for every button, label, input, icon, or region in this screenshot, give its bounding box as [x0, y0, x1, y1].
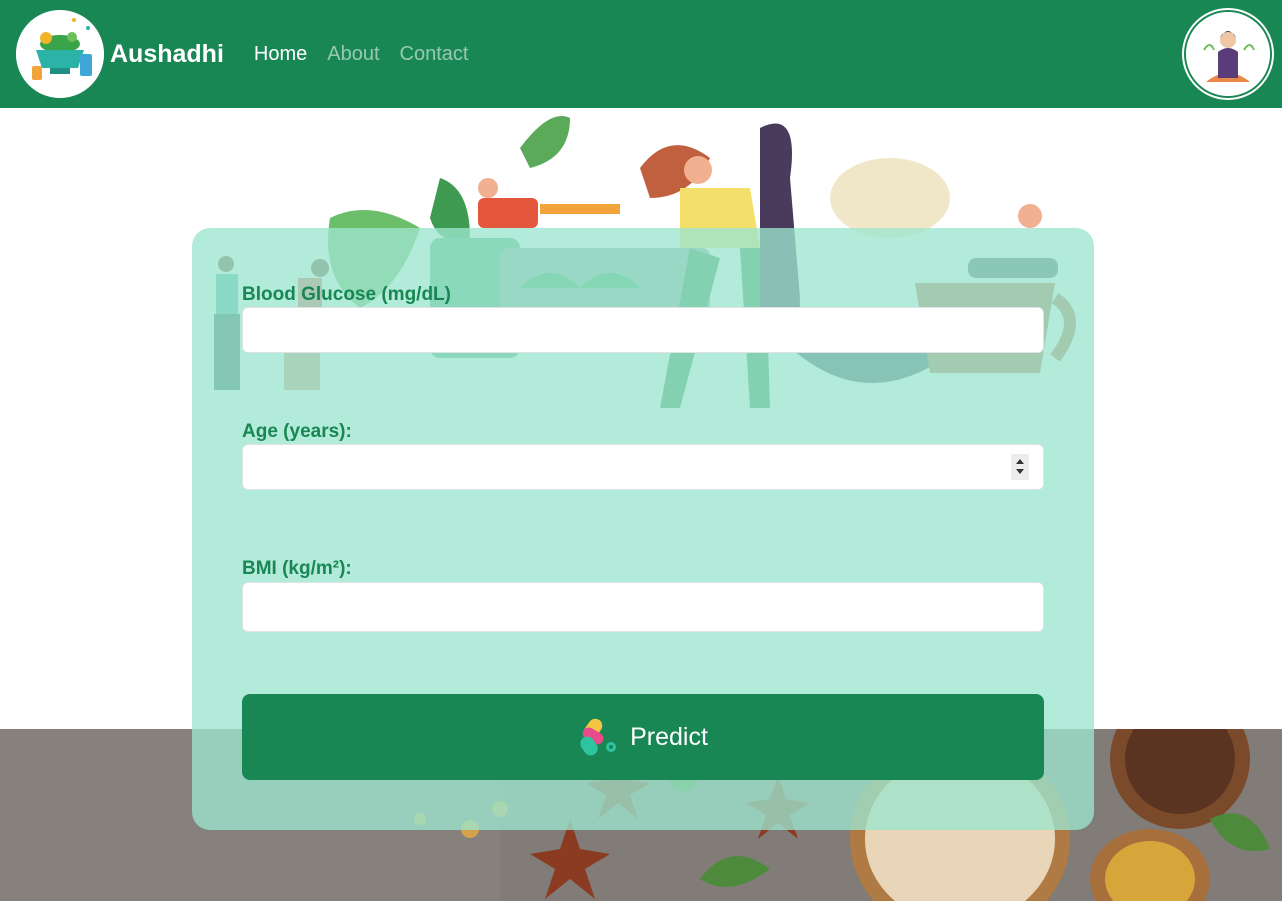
glucose-label: Blood Glucose (mg/dL) [242, 284, 451, 305]
nav-home-link[interactable]: Home [254, 43, 307, 66]
predict-button-label: Predict [630, 722, 708, 751]
bmi-label: BMI (kg/m²): [242, 558, 352, 579]
pill-capsules-icon [580, 718, 617, 756]
prediction-form-card: Blood Glucose (mg/dL) Age (years): BMI (… [192, 228, 1094, 830]
predict-button[interactable]: Predict [242, 694, 1044, 780]
nav-about-link[interactable]: About [327, 43, 379, 66]
meditating-woman-avatar-icon[interactable] [1184, 10, 1272, 98]
age-label: Age (years): [242, 421, 352, 442]
nav-links: Home About Contact [254, 43, 469, 66]
age-input[interactable] [242, 444, 1044, 490]
navbar: Aushadhi Home About Contact [0, 0, 1282, 108]
nav-contact-link[interactable]: Contact [400, 43, 469, 66]
age-spinner-icon[interactable] [1011, 454, 1029, 480]
glucose-input[interactable] [242, 307, 1044, 353]
bmi-input[interactable] [242, 582, 1044, 632]
brand-name[interactable]: Aushadhi [110, 40, 224, 69]
brand-logo-icon[interactable] [16, 10, 104, 98]
